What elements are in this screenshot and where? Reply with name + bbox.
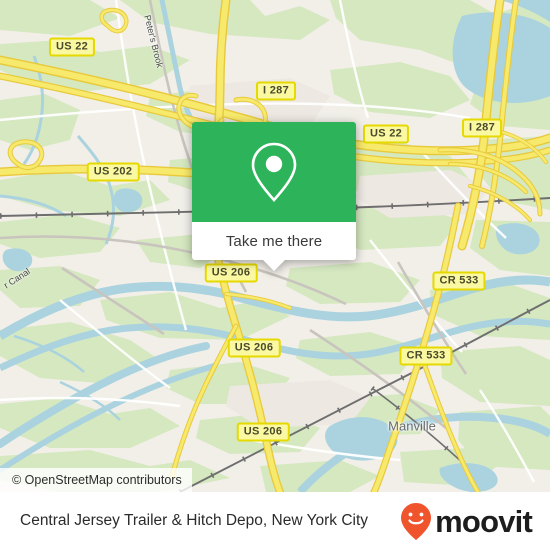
road-shield-us-206: US 206 — [204, 263, 258, 283]
road-shield-us-22: US 22 — [362, 124, 410, 144]
road-shield-cr-533: CR 533 — [432, 271, 486, 291]
road-shield-us-202: US 202 — [86, 162, 140, 182]
road-shield-us-206: US 206 — [236, 422, 290, 442]
footer-bar: Central Jersey Trailer & Hitch Depo, New… — [0, 492, 550, 550]
moovit-wordmark: moovit — [435, 503, 533, 539]
road-shield-us-22: US 22 — [48, 37, 96, 57]
take-me-there-label: Take me there — [225, 232, 323, 250]
map-attribution[interactable]: © OpenStreetMap contributors — [0, 468, 192, 492]
road-shield-us-206: US 206 — [227, 338, 281, 358]
page-title: Central Jersey Trailer & Hitch Depo, New… — [20, 512, 369, 529]
popup-pointer-tail — [263, 260, 285, 271]
moovit-brand[interactable]: moovit — [399, 501, 533, 541]
popup-cta-area[interactable]: Take me there — [192, 222, 356, 271]
map-pin-icon — [251, 142, 297, 202]
map-canvas[interactable]: Peter's Brook r Canal Manville US 22 I 2… — [0, 0, 550, 492]
road-shield-cr-533: CR 533 — [399, 346, 453, 366]
popup-icon-area — [192, 122, 356, 222]
moovit-map-page: Peter's Brook r Canal Manville US 22 I 2… — [0, 0, 550, 550]
road-shield-i-287: I 287 — [462, 118, 502, 138]
location-popup-card[interactable]: Take me there — [192, 122, 356, 271]
attribution-text: © OpenStreetMap contributors — [12, 473, 182, 487]
map-place-label-manville: Manville — [388, 418, 436, 434]
road-shield-i-287: I 287 — [256, 81, 296, 101]
moovit-smiley-pin-icon — [401, 503, 432, 540]
